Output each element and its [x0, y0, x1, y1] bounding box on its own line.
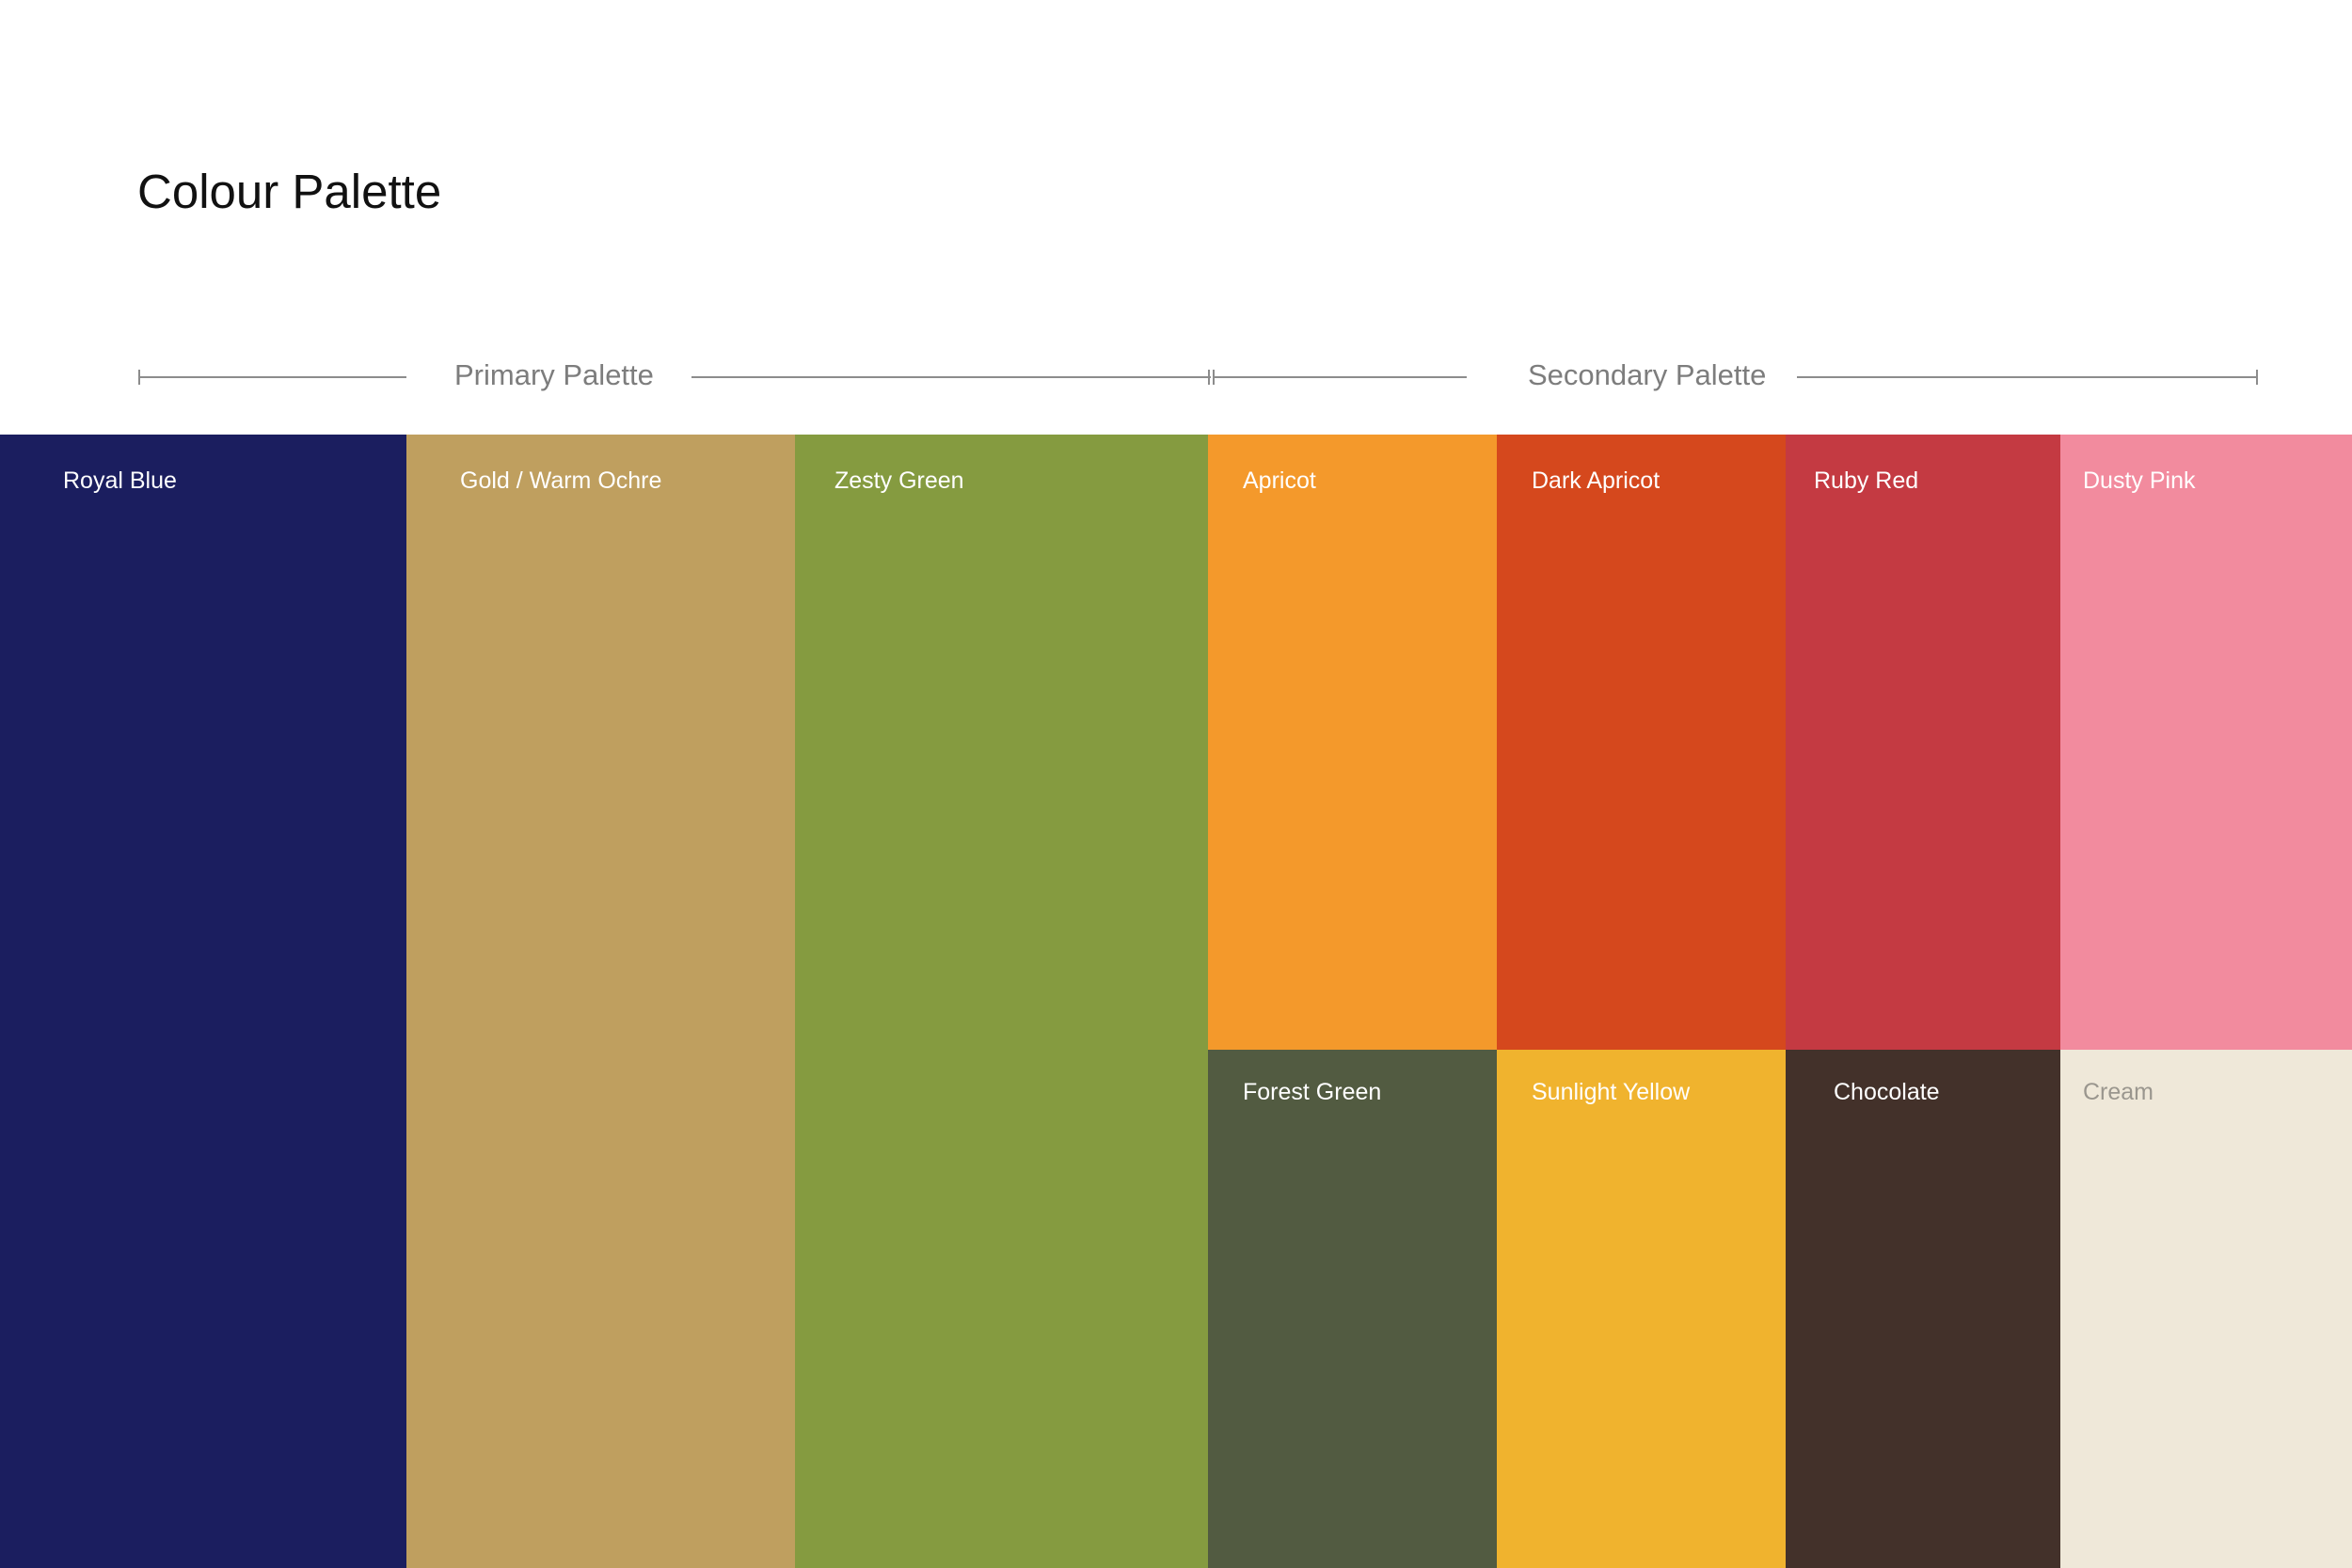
swatch-label-dusty-pink: Dusty Pink — [2083, 467, 2196, 494]
swatch-royal-blue: Royal Blue — [0, 435, 406, 1568]
swatch-cream: Cream — [2060, 1050, 2352, 1568]
swatch-label-cream: Cream — [2083, 1079, 2154, 1105]
swatch-label-dark-apricot: Dark Apricot — [1532, 467, 1661, 494]
swatch-apricot: Apricot — [1208, 435, 1497, 1050]
swatch-zesty-green: Zesty Green — [795, 435, 1208, 1568]
swatch-chocolate: Chocolate — [1786, 1050, 2060, 1568]
swatch-sunlight-yellow: Sunlight Yellow — [1497, 1050, 1786, 1568]
swatch-label-chocolate: Chocolate — [1834, 1079, 1940, 1105]
swatch-label-apricot: Apricot — [1243, 467, 1316, 494]
swatch-label-ruby-red: Ruby Red — [1814, 467, 1919, 494]
swatch-gold-warm-ochre: Gold / Warm Ochre — [406, 435, 795, 1568]
secondary-bracket-line-left — [1213, 376, 1467, 378]
secondary-bracket-line-right — [1797, 376, 2258, 378]
primary-palette-label: Primary Palette — [454, 358, 654, 391]
swatch-label-royal-blue: Royal Blue — [63, 467, 177, 494]
swatch-dusty-pink: Dusty Pink — [2060, 435, 2352, 1050]
swatch-label-gold-warm-ochre: Gold / Warm Ochre — [460, 467, 662, 494]
swatch-ruby-red: Ruby Red — [1786, 435, 2060, 1050]
swatch-label-zesty-green: Zesty Green — [834, 467, 964, 494]
colour-palette-page: Colour Palette Primary Palette Secondary… — [0, 0, 2352, 1568]
swatch-forest-green: Forest Green — [1208, 1050, 1497, 1568]
swatch-label-sunlight-yellow: Sunlight Yellow — [1532, 1079, 1691, 1105]
primary-bracket-line-right — [691, 376, 1211, 378]
secondary-palette-label: Secondary Palette — [1528, 358, 1767, 391]
swatch-dark-apricot: Dark Apricot — [1497, 435, 1786, 1050]
primary-bracket-end-tick — [1208, 370, 1210, 385]
primary-bracket-line-left — [138, 376, 406, 378]
page-title: Colour Palette — [137, 165, 442, 218]
secondary-bracket-end-tick — [2256, 370, 2258, 385]
swatch-label-forest-green: Forest Green — [1243, 1079, 1382, 1105]
